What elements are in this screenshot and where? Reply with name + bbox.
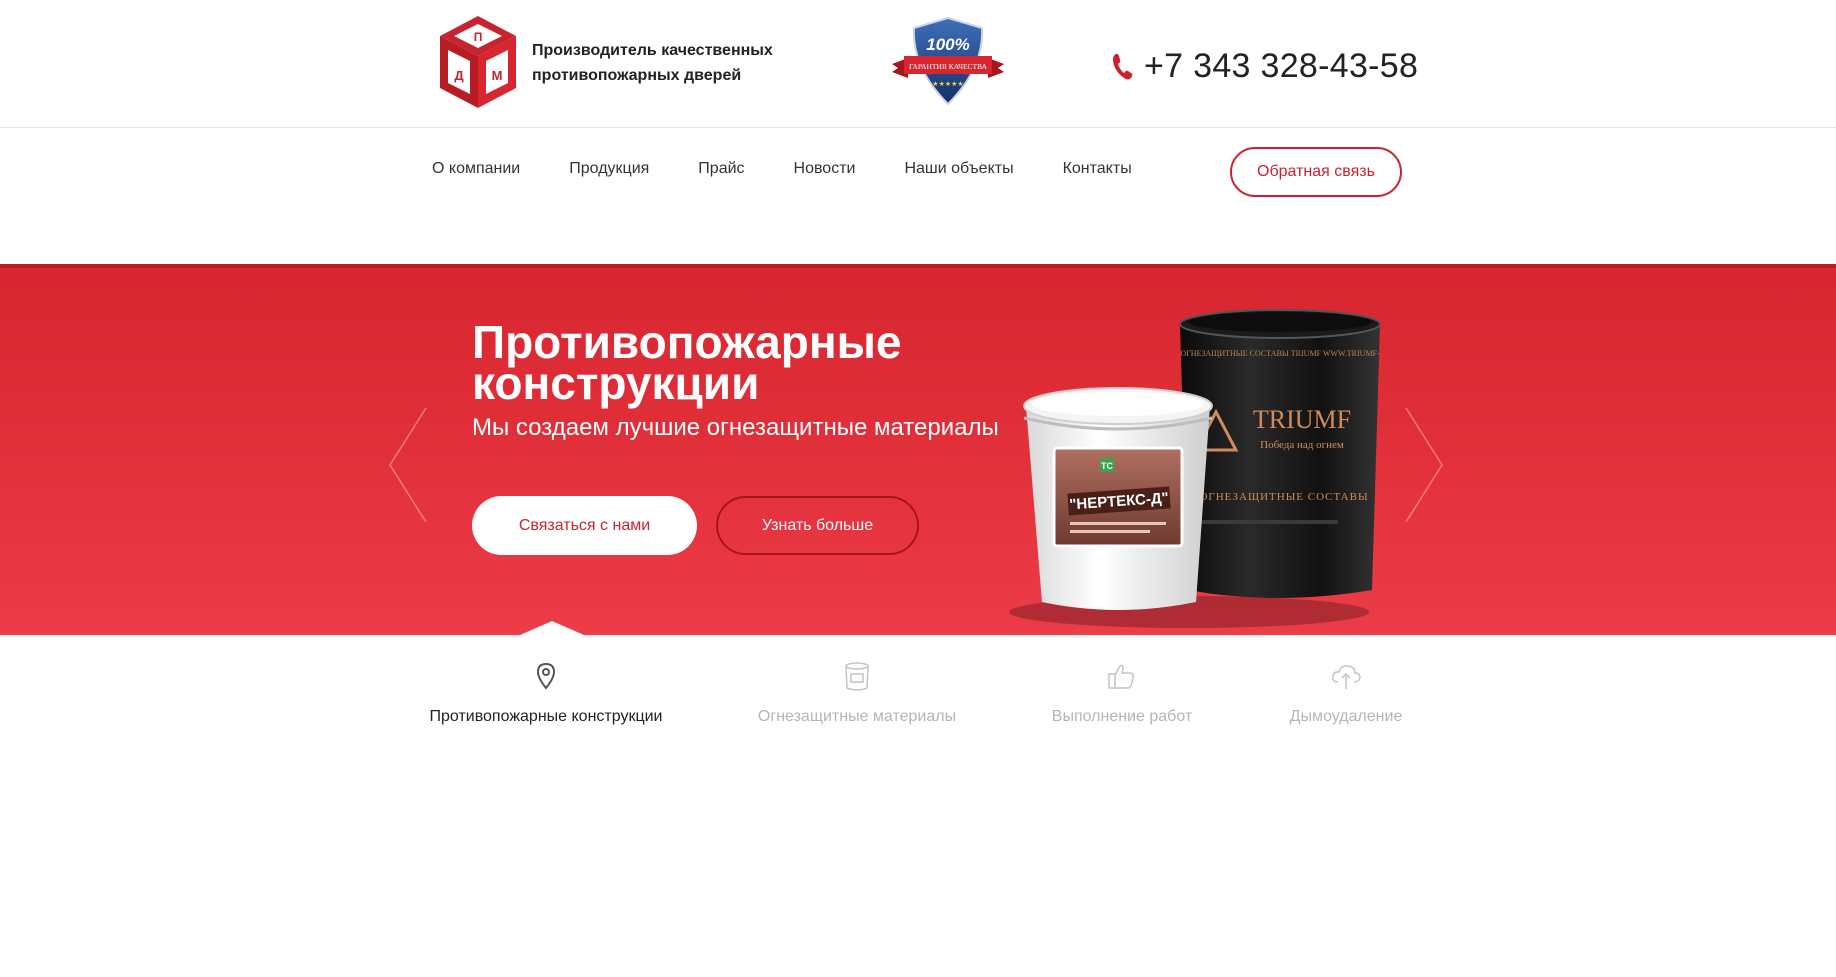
feedback-button[interactable]: Обратная связь [1230, 147, 1402, 197]
phone-number[interactable]: +7 343 328-43-58 [1144, 46, 1418, 86]
tagline-line-1: Производитель качественных [532, 42, 773, 59]
svg-text:100%: 100% [926, 35, 969, 54]
cloud-upload-icon [1332, 665, 1361, 689]
svg-text:ОГНЕЗАЩИТНЫЕ СОСТАВЫ TRIUMF: ОГНЕЗАЩИТНЫЕ СОСТАВЫ TRIUMF WWW.TRIUMF- [1180, 349, 1380, 358]
phone-contact[interactable]: +7 343 328-43-58 [1112, 46, 1418, 86]
quality-guarantee-badge: 100% ГАРАНТИЯ КАЧЕСТВА ★★★★★ [892, 16, 1004, 106]
phone-icon [1113, 53, 1133, 80]
svg-text:ГАРАНТИЯ КАЧЕСТВА: ГАРАНТИЯ КАЧЕСТВА [909, 62, 988, 71]
svg-text:★★★★★: ★★★★★ [932, 80, 963, 88]
feature-tabs: Противопожарные конструкции Огнезащитные… [0, 660, 1836, 740]
main-nav: О компании Продукция Прайс Новости Наши … [432, 160, 1181, 178]
nav-item-products[interactable]: Продукция [569, 160, 649, 178]
thumbs-up-icon [1108, 664, 1134, 689]
svg-text:Д: Д [454, 68, 464, 83]
slider-next-arrow[interactable] [1402, 406, 1446, 524]
svg-text:П: П [474, 30, 483, 44]
hero-product-image: ОГНЕЗАЩИТНЫЕ СОСТАВЫ TRIUMF WWW.TRIUMF- … [1009, 309, 1381, 628]
bucket-icon [845, 662, 869, 691]
company-tagline: Производитель качественных противопожарн… [532, 38, 812, 88]
feature-label: Дымоудаление [1289, 708, 1403, 725]
hero-top-border [0, 264, 1836, 268]
svg-text:TRIUMF: TRIUMF [1253, 405, 1351, 434]
active-tab-notch [520, 621, 584, 635]
site-header: П Д М Производитель качественных противо… [0, 0, 1836, 128]
feature-fireproof-materials[interactable]: Огнезащитные материалы [757, 660, 957, 726]
feature-label: Противопожарные конструкции [429, 708, 663, 725]
tagline-line-2: противопожарных дверей [532, 67, 742, 84]
hero-subtitle: Мы создаем лучшие огнезащитные материалы [472, 414, 999, 441]
svg-text:М: М [492, 68, 503, 83]
nav-item-about[interactable]: О компании [432, 160, 520, 178]
nav-item-price[interactable]: Прайс [698, 160, 744, 178]
svg-text:ТС: ТС [1101, 461, 1113, 471]
nav-item-contacts[interactable]: Контакты [1063, 160, 1132, 178]
company-logo[interactable]: П Д М [436, 14, 520, 110]
slider-prev-arrow[interactable] [386, 406, 430, 524]
svg-text:Победа над огнем: Победа над огнем [1260, 439, 1344, 451]
feature-fire-constructions[interactable]: Противопожарные конструкции [429, 660, 663, 726]
feature-smoke-removal[interactable]: Дымоудаление [1290, 660, 1402, 726]
hero-slider: Противопожарные конструкции Мы создаем л… [0, 264, 1836, 635]
hero-title: Противопожарные конструкции [472, 316, 902, 409]
nav-item-objects[interactable]: Наши объекты [904, 160, 1013, 178]
nav-item-news[interactable]: Новости [794, 160, 856, 178]
contact-us-button[interactable]: Связаться с нами [472, 496, 697, 555]
feature-label: Огнезащитные материалы [757, 708, 957, 725]
feature-works[interactable]: Выполнение работ [1052, 660, 1192, 726]
learn-more-button[interactable]: Узнать больше [716, 496, 919, 555]
svg-text:ОГНЕЗАЩИТНЫЕ СОСТАВЫ: ОГНЕЗАЩИТНЫЕ СОСТАВЫ [1199, 491, 1368, 503]
location-pin-icon [536, 662, 556, 690]
feature-label: Выполнение работ [1051, 708, 1193, 725]
